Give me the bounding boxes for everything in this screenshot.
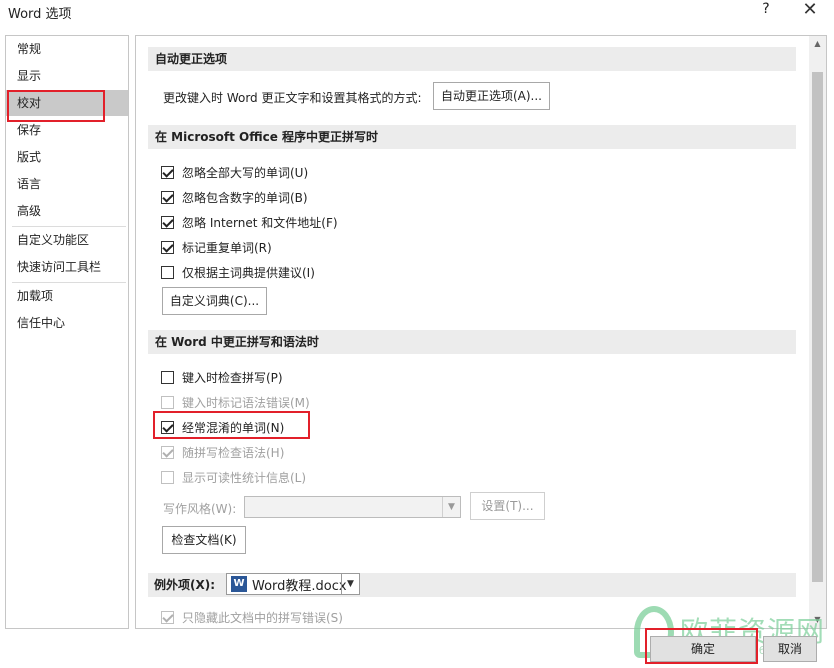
sidebar-item-language[interactable]: 语言	[6, 171, 128, 197]
exceptions-label: 例外项(X):	[154, 578, 216, 592]
exceptions-document-select[interactable]: W Word教程.docx ▼	[226, 573, 360, 595]
cancel-button[interactable]: 取消	[763, 636, 817, 662]
sidebar-item-general[interactable]: 常规	[6, 36, 128, 62]
option-label: 键入时检查拼写(P)	[182, 370, 283, 385]
option-check-grammar-with-spelling: 随拼写检查语法(H)	[161, 443, 284, 461]
section-office-spelling-heading: 在 Microsoft Office 程序中更正拼写时	[148, 125, 796, 149]
checkbox	[161, 470, 174, 484]
option-label: 标记重复单词(R)	[182, 240, 272, 255]
checkbox[interactable]	[161, 420, 174, 434]
option-ignore-numbers[interactable]: 忽略包含数字的单词(B)	[161, 188, 308, 206]
help-button[interactable]: ?	[758, 1, 774, 17]
sidebar-item-advanced[interactable]: 高级	[6, 198, 128, 224]
autocorrect-options-button[interactable]: 自动更正选项(A)...	[433, 82, 550, 110]
ok-button[interactable]: 确定	[650, 636, 756, 662]
scroll-down-icon[interactable]: ▼	[809, 612, 826, 628]
option-label: 忽略 Internet 和文件地址(F)	[182, 215, 338, 230]
sidebar: 常规 显示 校对 保存 版式 语言 高级 自定义功能区 快速访问工具栏 加载项 …	[5, 35, 129, 629]
title-bar: Word 选项 ? ✕	[0, 0, 834, 24]
option-label: 经常混淆的单词(N)	[182, 420, 285, 435]
option-label: 只隐藏此文档中的拼写错误(S)	[182, 610, 343, 625]
autocorrect-description: 更改键入时 Word 更正文字和设置其格式的方式:	[163, 91, 422, 105]
option-label: 忽略全部大写的单词(U)	[182, 165, 309, 180]
scrollbar-thumb[interactable]	[812, 72, 823, 582]
option-label: 显示可读性统计信息(L)	[182, 470, 307, 485]
word-document-icon: W	[231, 576, 247, 592]
option-label: 仅根据主词典提供建议(I)	[182, 265, 315, 280]
vertical-scrollbar[interactable]: ▲ ▼	[809, 36, 826, 628]
writing-style-settings-button: 设置(T)...	[470, 492, 545, 520]
checkbox[interactable]	[161, 265, 174, 279]
sidebar-item-save[interactable]: 保存	[6, 117, 128, 143]
exceptions-document-name: Word教程.docx	[252, 578, 347, 594]
checkbox	[161, 395, 174, 409]
section-word-spelling-heading: 在 Word 中更正拼写和语法时	[148, 330, 796, 354]
option-hide-spelling-errors: 只隐藏此文档中的拼写错误(S)	[161, 608, 343, 626]
custom-dictionaries-button[interactable]: 自定义词典(C)...	[162, 287, 267, 315]
sidebar-item-add-ins[interactable]: 加载项	[6, 283, 128, 309]
option-readability-statistics: 显示可读性统计信息(L)	[161, 468, 306, 486]
check-document-button[interactable]: 检查文档(K)	[162, 526, 246, 554]
option-label: 忽略包含数字的单词(B)	[182, 190, 308, 205]
option-frequently-confused-words[interactable]: 经常混淆的单词(N)	[161, 418, 284, 436]
checkbox[interactable]	[161, 215, 174, 229]
option-flag-repeated-words[interactable]: 标记重复单词(R)	[161, 238, 272, 256]
writing-style-label: 写作风格(W):	[163, 502, 237, 516]
chevron-down-icon: ▼	[341, 574, 359, 594]
sidebar-item-layout[interactable]: 版式	[6, 144, 128, 170]
sidebar-item-customize-ribbon[interactable]: 自定义功能区	[6, 227, 128, 253]
option-check-spelling-as-you-type[interactable]: 键入时检查拼写(P)	[161, 368, 283, 386]
sidebar-item-trust-center[interactable]: 信任中心	[6, 310, 128, 336]
close-button[interactable]: ✕	[800, 0, 820, 20]
checkbox[interactable]	[161, 165, 174, 179]
checkbox	[161, 610, 174, 624]
checkbox[interactable]	[161, 370, 174, 384]
writing-style-select: ▼	[244, 496, 461, 518]
window-title: Word 选项	[8, 7, 72, 22]
scroll-up-icon[interactable]: ▲	[809, 36, 826, 52]
chevron-down-icon: ▼	[442, 497, 460, 517]
sidebar-item-proofing[interactable]: 校对	[6, 90, 128, 116]
checkbox[interactable]	[161, 190, 174, 204]
checkbox[interactable]	[161, 240, 174, 254]
proofing-panel: 自动更正选项 更改键入时 Word 更正文字和设置其格式的方式: 自动更正选项(…	[135, 35, 827, 629]
sidebar-item-quick-access-toolbar[interactable]: 快速访问工具栏	[6, 254, 128, 280]
sidebar-item-display[interactable]: 显示	[6, 63, 128, 89]
option-label: 随拼写检查语法(H)	[182, 445, 285, 460]
option-ignore-internet-addresses[interactable]: 忽略 Internet 和文件地址(F)	[161, 213, 338, 231]
option-main-dictionary-only[interactable]: 仅根据主词典提供建议(I)	[161, 263, 315, 281]
section-autocorrect-heading: 自动更正选项	[148, 47, 796, 71]
checkbox	[161, 445, 174, 459]
option-mark-grammar-errors: 键入时标记语法错误(M)	[161, 393, 310, 411]
option-label: 键入时标记语法错误(M)	[182, 395, 310, 410]
option-ignore-uppercase[interactable]: 忽略全部大写的单词(U)	[161, 163, 308, 181]
